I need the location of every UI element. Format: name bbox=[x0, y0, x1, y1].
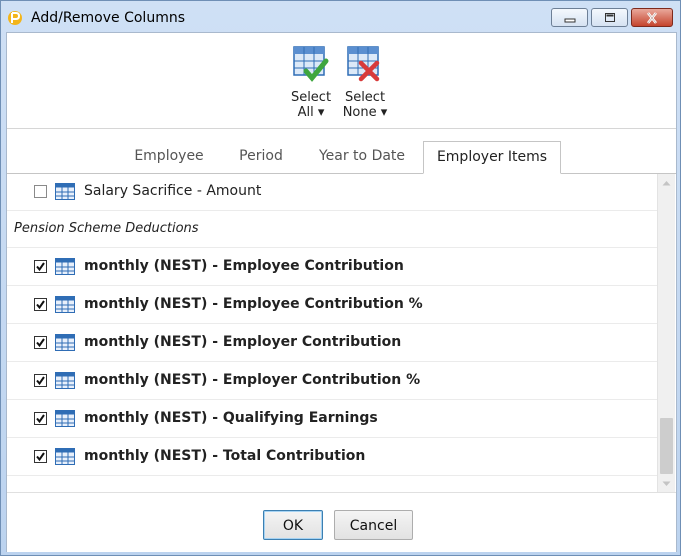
table-column-icon bbox=[55, 296, 75, 313]
close-icon bbox=[632, 9, 672, 26]
close-button[interactable] bbox=[631, 8, 673, 27]
scroll-up-arrow-icon[interactable] bbox=[658, 174, 675, 191]
window-title: Add/Remove Columns bbox=[31, 10, 185, 26]
list-item[interactable]: monthly (NEST) - Employer Contribution bbox=[7, 325, 657, 362]
group-header-label: Pension Scheme Deductions bbox=[14, 221, 199, 236]
checkbox[interactable] bbox=[34, 298, 47, 311]
tab-employer-items[interactable]: Employer Items bbox=[423, 141, 561, 174]
table-column-icon bbox=[55, 258, 75, 275]
minimize-button[interactable] bbox=[551, 8, 588, 27]
vertical-scrollbar[interactable] bbox=[657, 174, 675, 492]
list-item[interactable]: monthly (NEST) - Employee Contribution bbox=[7, 249, 657, 286]
dialog-content: Select All ▾ Select None ▾ Employee Peri… bbox=[6, 32, 677, 552]
table-x-icon bbox=[347, 46, 380, 82]
list-item[interactable]: Salary Sacrifice - Amount bbox=[7, 174, 657, 211]
table-column-icon bbox=[55, 183, 75, 200]
checkbox[interactable] bbox=[34, 450, 47, 463]
group-header: Pension Scheme Deductions bbox=[7, 211, 657, 248]
scroll-down-arrow-icon[interactable] bbox=[658, 475, 675, 492]
column-list: Salary Sacrifice - Amount Pension Scheme… bbox=[7, 174, 657, 492]
list-item[interactable]: monthly (NEST) - Employer Contribution % bbox=[7, 363, 657, 400]
ok-button[interactable]: OK bbox=[263, 510, 323, 540]
table-column-icon bbox=[55, 410, 75, 427]
table-column-icon bbox=[55, 448, 75, 465]
select-all-line2: All ▾ bbox=[297, 105, 325, 120]
app-logo-icon bbox=[8, 11, 22, 25]
checkbox[interactable] bbox=[34, 374, 47, 387]
cancel-button[interactable]: Cancel bbox=[334, 510, 413, 540]
table-column-icon bbox=[55, 334, 75, 351]
checkbox[interactable] bbox=[34, 185, 47, 198]
list-item[interactable]: monthly (NEST) - Total Contribution bbox=[7, 439, 657, 476]
table-check-icon bbox=[293, 46, 329, 82]
list-item-label: monthly (NEST) - Employee Contribution bbox=[84, 258, 404, 274]
tab-year-to-date[interactable]: Year to Date bbox=[310, 141, 414, 173]
list-item[interactable]: monthly (NEST) - Qualifying Earnings bbox=[7, 401, 657, 438]
maximize-icon bbox=[592, 9, 627, 26]
minimize-icon bbox=[552, 9, 587, 26]
list-item-label: monthly (NEST) - Employer Contribution % bbox=[84, 372, 421, 388]
tab-employee[interactable]: Employee bbox=[127, 141, 211, 173]
select-all-line1: Select bbox=[290, 90, 332, 105]
select-none-button[interactable]: Select None ▾ bbox=[337, 45, 393, 120]
title-bar[interactable]: Add/Remove Columns bbox=[1, 1, 680, 33]
checkbox[interactable] bbox=[34, 412, 47, 425]
maximize-button[interactable] bbox=[591, 8, 628, 27]
tab-period[interactable]: Period bbox=[229, 141, 293, 173]
checkbox[interactable] bbox=[34, 336, 47, 349]
list-item[interactable]: monthly (NEST) - Employee Contribution % bbox=[7, 287, 657, 324]
tab-strip: Employee Period Year to Date Employer It… bbox=[7, 141, 676, 174]
scrollbar-thumb[interactable] bbox=[660, 418, 673, 474]
list-item-label: monthly (NEST) - Employee Contribution % bbox=[84, 296, 423, 312]
dialog-window: Add/Remove Columns Select All ▾ Select N… bbox=[0, 0, 681, 556]
table-column-icon bbox=[55, 372, 75, 389]
select-none-line2: None ▾ bbox=[342, 105, 388, 120]
select-none-line1: Select bbox=[344, 90, 386, 105]
dialog-footer: OK Cancel bbox=[7, 492, 676, 552]
list-item-label: monthly (NEST) - Employer Contribution bbox=[84, 334, 402, 350]
checkbox[interactable] bbox=[34, 260, 47, 273]
list-item-label: monthly (NEST) - Qualifying Earnings bbox=[84, 410, 378, 426]
toolbar: Select All ▾ Select None ▾ bbox=[7, 33, 676, 129]
list-item-label: monthly (NEST) - Total Contribution bbox=[84, 448, 366, 464]
select-all-button[interactable]: Select All ▾ bbox=[283, 45, 339, 120]
list-item-label: Salary Sacrifice - Amount bbox=[84, 183, 262, 199]
